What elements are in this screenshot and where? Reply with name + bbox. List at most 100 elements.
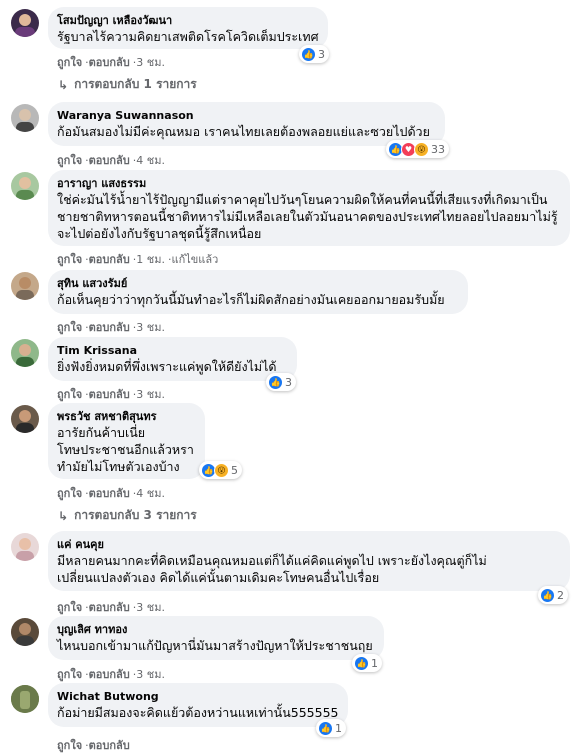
reaction-summary[interactable]: 👍 3 (299, 45, 329, 63)
like-link[interactable]: ถูกใจ (57, 739, 82, 752)
thumbs-up-icon: 👍 (540, 587, 555, 603)
avatar[interactable] (11, 618, 39, 646)
reaction-summary[interactable]: 👍 3 (266, 373, 296, 391)
like-link[interactable]: ถูกใจ (57, 154, 82, 167)
comment-actions: ถูกใจ ·ตอบกลับ ·4 ชม. (57, 151, 165, 169)
reply-link[interactable]: ตอบกลับ (89, 56, 130, 69)
avatar-image (11, 685, 39, 713)
like-link[interactable]: ถูกใจ (57, 321, 82, 334)
thumbs-up-icon: 👍 (301, 46, 316, 62)
avatar-image (16, 109, 34, 132)
reply-link[interactable]: ตอบกลับ (89, 388, 130, 401)
reply-link[interactable]: ตอบกลับ (89, 253, 130, 266)
comment-bubble: แค่ คนคุย มีหลายคนมากคะที่คิดเหมือนคุณหม… (48, 531, 570, 591)
comment-text-line: ชายชาติทหารตอนนี้ชาติทหารไม่มีเหลือเลยใน… (57, 209, 558, 224)
replies-label: การตอบกลับ 3 รายการ (74, 508, 197, 522)
comment-actions: ถูกใจ ·ตอบกลับ ·3 ชม. (57, 53, 165, 71)
comment-text-line: โทษประชาชนอีกแล้วหรา (57, 442, 194, 457)
reply-link[interactable]: ตอบกลับ (89, 601, 130, 614)
thumbs-up-icon: 👍 (318, 720, 333, 736)
comment-bubble: Waranya Suwannason ก้อมันสมองไม่มีค่ะคุณ… (48, 102, 445, 146)
wow-face-icon: 😮 (214, 462, 229, 478)
reaction-count: 33 (431, 142, 445, 156)
comment-text: ก้อเห็นคุยว่าว่าทุกวันนี้มันทำอะไรก็ไม่ผ… (57, 292, 445, 307)
edited-label[interactable]: แก้ไขแล้ว (171, 253, 218, 266)
reaction-summary[interactable]: 👍 2 (538, 586, 568, 604)
reaction-summary[interactable]: 👍 1 (316, 719, 346, 737)
comment-author[interactable]: อาราญา แสงธรรม (57, 176, 558, 191)
like-link[interactable]: ถูกใจ (57, 601, 82, 614)
reaction-count: 3 (318, 47, 325, 61)
reply-link[interactable]: ตอบกลับ (89, 668, 130, 681)
comment-actions: ถูกใจ ·ตอบกลับ (57, 736, 130, 754)
like-link[interactable]: ถูกใจ (57, 56, 82, 69)
comment-text-line: ใช่ค่ะมันไร้น้ำยาไร้ปัญญามีแต่ราคาคุยไปว… (57, 192, 548, 207)
comment-text-line: ทำมัยไม่โทษตัวเองบ้าง (57, 459, 180, 474)
comment-author[interactable]: Wichat Butwong (57, 689, 336, 704)
comment-time[interactable]: 1 ชม. (136, 253, 165, 266)
comment-bubble: โสมปัญญา เหลืองวัฒนา รัฐบาลไร้ความคิดยาเ… (48, 7, 328, 49)
comment-bubble: พรธวัช สหชาติสุนทร อารัยกันค้าบเนี่ย โทษ… (48, 403, 205, 479)
comment-bubble: Wichat Butwong ก้อม่ายมีสมองจะคิดแย้วต้อ… (48, 683, 348, 727)
comment-bubble: Tim Krissana ยิ่งฟังยิ่งหมดที่พึ่งเพราะแ… (48, 337, 297, 381)
comment-author[interactable]: โสมปัญญา เหลืองวัฒนา (57, 13, 316, 28)
avatar-image (16, 410, 34, 433)
comment-author[interactable]: บุญเลิศ ทาทอง (57, 622, 372, 637)
reaction-summary[interactable]: 👍 1 (352, 654, 382, 672)
avatar[interactable] (11, 533, 39, 561)
comment-text: ก้อม่ายมีสมองจะคิดแย้วต้องหว่านแหเท่านั้… (57, 705, 339, 720)
like-link[interactable]: ถูกใจ (57, 388, 82, 401)
comment-time[interactable]: 3 ชม. (136, 56, 165, 69)
reaction-count: 5 (231, 463, 238, 477)
avatar-image (16, 623, 34, 646)
comment-author[interactable]: พรธวัช สหชาติสุนทร (57, 409, 193, 424)
avatar[interactable] (11, 172, 39, 200)
like-link[interactable]: ถูกใจ (57, 668, 82, 681)
view-replies-link[interactable]: ↳ การตอบกลับ 3 รายการ (58, 506, 197, 525)
comment-text-line: จะไปต่อยังไงกับรัฐบาลชุดนี้รู้สึกเหนื่อย (57, 226, 262, 241)
comment-time[interactable]: 4 ชม. (136, 487, 165, 500)
avatar[interactable] (11, 104, 39, 132)
reply-link[interactable]: ตอบกลับ (89, 487, 130, 500)
comment-author[interactable]: สุทิน แสวงรัมย์ (57, 276, 456, 291)
comment-time[interactable]: 3 ชม. (136, 601, 165, 614)
comment-actions: ถูกใจ ·ตอบกลับ ·3 ชม. (57, 318, 165, 336)
avatar[interactable] (11, 685, 39, 713)
comment-author[interactable]: แค่ คนคุย (57, 537, 558, 552)
comment-time[interactable]: 3 ชม. (136, 321, 165, 334)
reaction-summary[interactable]: 👍 ♥ 😮 33 (386, 140, 449, 158)
comment-time[interactable]: 3 ชม. (136, 668, 165, 681)
reaction-count: 2 (557, 588, 564, 602)
like-link[interactable]: ถูกใจ (57, 253, 82, 266)
avatar[interactable] (11, 9, 39, 37)
comment-actions: ถูกใจ ·ตอบกลับ ·3 ชม. (57, 385, 165, 403)
avatar-image (16, 277, 34, 300)
reply-arrow-icon: ↳ (58, 508, 69, 523)
like-link[interactable]: ถูกใจ (57, 487, 82, 500)
reply-link[interactable]: ตอบกลับ (89, 321, 130, 334)
comment-actions: ถูกใจ ·ตอบกลับ ·3 ชม. (57, 665, 165, 683)
avatar[interactable] (11, 405, 39, 433)
comment-text-line: มีหลายคนมากคะที่คิดเหมือนคุณหมอแต่ก็ได้แ… (57, 553, 487, 568)
reaction-summary[interactable]: 👍 😮 5 (199, 461, 242, 479)
comment-text: ไหนบอกเข้ามาแก้ปัญหานี่มันมาสร้างปัญหาให… (57, 638, 373, 653)
comment-author[interactable]: Tim Krissana (57, 343, 285, 358)
comment-actions: ถูกใจ ·ตอบกลับ ·3 ชม. (57, 598, 165, 616)
avatar-image (16, 344, 34, 367)
comment-time[interactable]: 3 ชม. (136, 388, 165, 401)
avatar[interactable] (11, 339, 39, 367)
comment-bubble: บุญเลิศ ทาทอง ไหนบอกเข้ามาแก้ปัญหานี่มัน… (48, 616, 384, 660)
comment-text-line: เปลี่ยนแปลงตัวเอง คิดได้แค่นั้นตามเดิมคะ… (57, 570, 380, 585)
comment-author[interactable]: Waranya Suwannason (57, 108, 433, 123)
reply-link[interactable]: ตอบกลับ (89, 739, 130, 752)
reply-arrow-icon: ↳ (58, 77, 69, 92)
avatar[interactable] (11, 272, 39, 300)
reaction-count: 1 (371, 656, 378, 670)
comment-time[interactable]: 4 ชม. (136, 154, 165, 167)
reply-link[interactable]: ตอบกลับ (89, 154, 130, 167)
comment-text-line: อารัยกันค้าบเนี่ย (57, 425, 146, 440)
view-replies-link[interactable]: ↳ การตอบกลับ 1 รายการ (58, 75, 197, 94)
comment-text: ยิ่งฟังยิ่งหมดที่พึ่งเพราะแค่พูดให้ดียัง… (57, 359, 277, 374)
comment-bubble: อาราญา แสงธรรม ใช่ค่ะมันไร้น้ำยาไร้ปัญญา… (48, 170, 570, 246)
thumbs-up-icon: 👍 (268, 374, 283, 390)
